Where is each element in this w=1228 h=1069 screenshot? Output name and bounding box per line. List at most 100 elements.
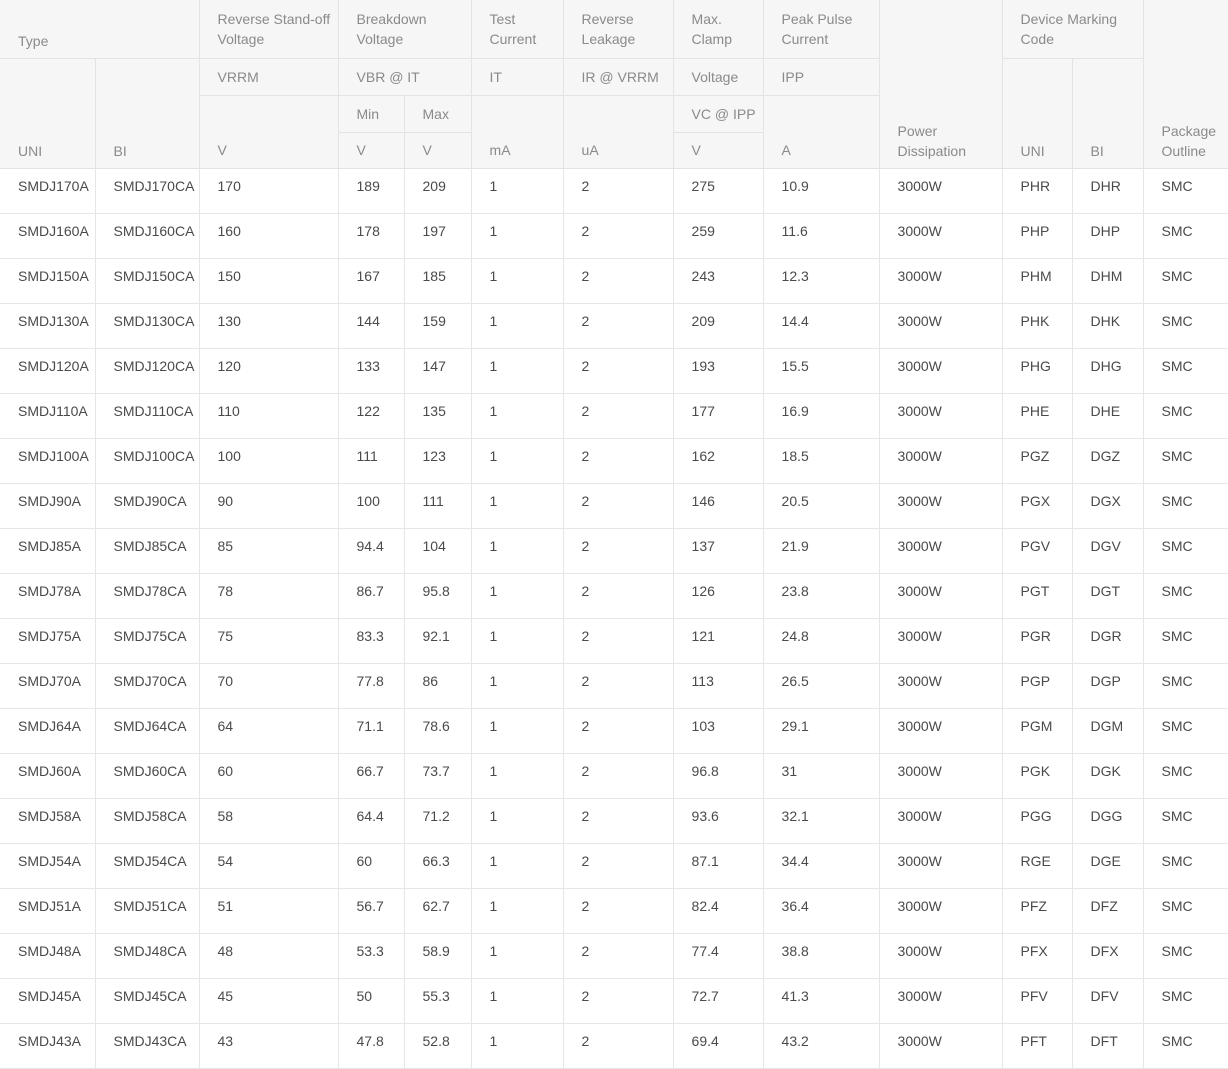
cell-marking-uni: RGE xyxy=(1002,843,1073,889)
table-row: SMDJ110A SMDJ110CA 110 122 135 1 2 177 16.9 3000W… xyxy=(0,393,1228,439)
cell-package: SMC xyxy=(1143,167,1228,214)
cell-ipp: 34.4 xyxy=(763,843,880,889)
cell-marking-uni: PHR xyxy=(1002,167,1073,214)
cell-type-uni: SMDJ110A xyxy=(0,393,96,439)
cell-type-uni: SMDJ51A xyxy=(0,888,96,934)
cell-vbr-min: 47.8 xyxy=(338,1023,405,1069)
cell-type-uni: SMDJ64A xyxy=(0,708,96,754)
cell-vrrm: 60 xyxy=(199,753,339,799)
cell-type-bi: SMDJ90CA xyxy=(95,483,200,529)
cell-ipp: 43.2 xyxy=(763,1023,880,1069)
cell-type-bi: SMDJ85CA xyxy=(95,528,200,574)
cell-ipp: 38.8 xyxy=(763,933,880,979)
cell-vbr-max: 197 xyxy=(404,213,472,259)
cell-vrrm: 54 xyxy=(199,843,339,889)
cell-marking-uni: PGV xyxy=(1002,528,1073,574)
cell-ir: 2 xyxy=(563,528,674,574)
cell-vc: 72.7 xyxy=(673,978,764,1024)
cell-vrrm: 45 xyxy=(199,978,339,1024)
cell-vbr-min: 60 xyxy=(338,843,405,889)
cell-package: SMC xyxy=(1143,348,1228,394)
cell-marking-uni: PGX xyxy=(1002,483,1073,529)
cell-vc: 93.6 xyxy=(673,798,764,844)
cell-vc: 275 xyxy=(673,167,764,214)
cell-type-uni: SMDJ45A xyxy=(0,978,96,1024)
header-type-bi: BI xyxy=(95,58,200,169)
cell-type-bi: SMDJ78CA xyxy=(95,573,200,619)
header-empty-leakage xyxy=(563,95,674,132)
header-marking-uni: UNI xyxy=(1002,58,1073,169)
cell-it: 1 xyxy=(471,888,564,934)
cell-type-bi: SMDJ60CA xyxy=(95,753,200,799)
cell-power: 3000W xyxy=(879,438,1003,484)
cell-it: 1 xyxy=(471,213,564,259)
cell-type-bi: SMDJ150CA xyxy=(95,258,200,304)
cell-package: SMC xyxy=(1143,843,1228,889)
cell-type-uni: SMDJ60A xyxy=(0,753,96,799)
header-ir-vrrm: IR @ VRRM xyxy=(563,58,674,96)
cell-type-bi: SMDJ100CA xyxy=(95,438,200,484)
cell-marking-uni: PGK xyxy=(1002,753,1073,799)
cell-marking-bi: DGV xyxy=(1072,528,1144,574)
header-vrrm: VRRM xyxy=(199,58,339,96)
cell-vbr-min: 133 xyxy=(338,348,405,394)
cell-ipp: 24.8 xyxy=(763,618,880,664)
cell-marking-bi: DGK xyxy=(1072,753,1144,799)
cell-package: SMC xyxy=(1143,573,1228,619)
cell-marking-uni: PFV xyxy=(1002,978,1073,1024)
table-row: SMDJ45A SMDJ45CA 45 50 55.3 1 2 72.7 41.3 3000W PF… xyxy=(0,978,1228,1024)
cell-vbr-max: 66.3 xyxy=(404,843,472,889)
table-row: SMDJ54A SMDJ54CA 54 60 66.3 1 2 87.1 34.4 3000W RG… xyxy=(0,843,1228,889)
header-reverse-leakage: Reverse Leakage xyxy=(563,0,674,59)
cell-ipp: 10.9 xyxy=(763,167,880,214)
table-row: SMDJ75A SMDJ75CA 75 83.3 92.1 1 2 121 24.8 3000W P… xyxy=(0,618,1228,664)
cell-marking-uni: PGR xyxy=(1002,618,1073,664)
cell-it: 1 xyxy=(471,167,564,214)
cell-vbr-min: 83.3 xyxy=(338,618,405,664)
cell-power: 3000W xyxy=(879,798,1003,844)
cell-package: SMC xyxy=(1143,708,1228,754)
cell-vbr-max: 135 xyxy=(404,393,472,439)
cell-vc: 209 xyxy=(673,303,764,349)
cell-it: 1 xyxy=(471,348,564,394)
cell-vbr-min: 77.8 xyxy=(338,663,405,709)
cell-package: SMC xyxy=(1143,888,1228,934)
cell-package: SMC xyxy=(1143,663,1228,709)
cell-marking-bi: DGP xyxy=(1072,663,1144,709)
cell-marking-bi: DGT xyxy=(1072,573,1144,619)
spec-table: Type Reverse Stand-off Voltage Breakdown… xyxy=(0,0,1228,1069)
cell-vbr-min: 167 xyxy=(338,258,405,304)
cell-vc: 121 xyxy=(673,618,764,664)
cell-it: 1 xyxy=(471,753,564,799)
cell-ir: 2 xyxy=(563,933,674,979)
cell-type-uni: SMDJ54A xyxy=(0,843,96,889)
table-row: SMDJ60A SMDJ60CA 60 66.7 73.7 1 2 96.8 31 3000W PG… xyxy=(0,753,1228,799)
cell-ir: 2 xyxy=(563,348,674,394)
cell-package: SMC xyxy=(1143,933,1228,979)
cell-vrrm: 58 xyxy=(199,798,339,844)
cell-power: 3000W xyxy=(879,348,1003,394)
cell-ipp: 41.3 xyxy=(763,978,880,1024)
header-vbr-it: VBR @ IT xyxy=(338,58,472,96)
cell-package: SMC xyxy=(1143,438,1228,484)
cell-it: 1 xyxy=(471,303,564,349)
cell-marking-uni: PFX xyxy=(1002,933,1073,979)
cell-ipp: 11.6 xyxy=(763,213,880,259)
cell-vc: 162 xyxy=(673,438,764,484)
header-type: Type xyxy=(0,0,200,59)
table-row: SMDJ150A SMDJ150CA 150 167 185 1 2 243 12.3 3000W… xyxy=(0,258,1228,304)
cell-vc: 82.4 xyxy=(673,888,764,934)
cell-vrrm: 75 xyxy=(199,618,339,664)
cell-vbr-min: 144 xyxy=(338,303,405,349)
cell-vrrm: 43 xyxy=(199,1023,339,1069)
table-row: SMDJ120A SMDJ120CA 120 133 147 1 2 193 15.5 3000W… xyxy=(0,348,1228,394)
cell-ir: 2 xyxy=(563,888,674,934)
header-marking-code: Device Marking Code xyxy=(1002,0,1144,59)
cell-ir: 2 xyxy=(563,573,674,619)
table-row: SMDJ58A SMDJ58CA 58 64.4 71.2 1 2 93.6 32.1 3000W… xyxy=(0,798,1228,844)
cell-vbr-max: 58.9 xyxy=(404,933,472,979)
cell-vbr-min: 50 xyxy=(338,978,405,1024)
header-empty-peak xyxy=(763,95,880,132)
cell-type-uni: SMDJ58A xyxy=(0,798,96,844)
cell-power: 3000W xyxy=(879,573,1003,619)
